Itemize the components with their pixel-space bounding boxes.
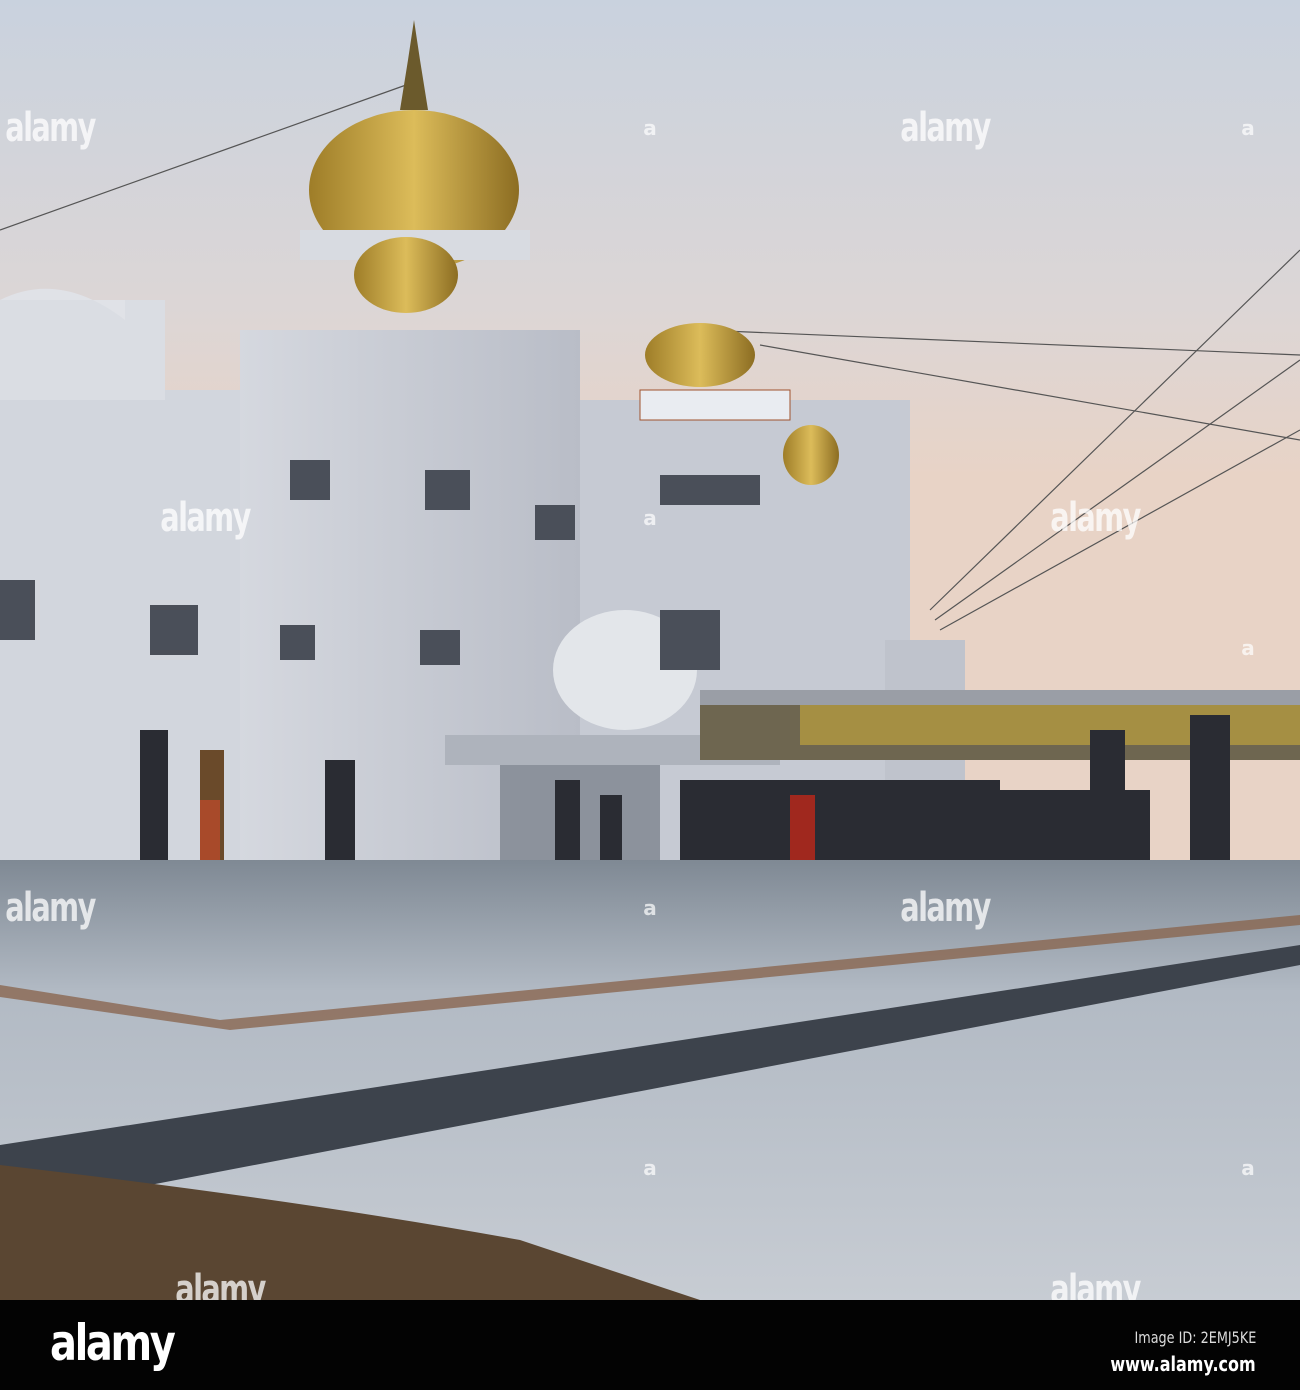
watermark: alamy <box>5 105 96 151</box>
small-golden-dome <box>354 237 458 313</box>
alamy-logo[interactable]: alamy <box>50 1314 176 1372</box>
gurdwara-photo <box>0 0 1300 1300</box>
watermark: alamy <box>1050 495 1141 541</box>
image-id: Image ID: 2EMJ5KE <box>1134 1328 1256 1347</box>
watermark-mark: a <box>1241 636 1255 660</box>
watermark: alamy <box>900 105 991 151</box>
watermark-mark: a <box>643 896 657 920</box>
watermark-mark: a <box>1241 1156 1255 1180</box>
watermark-mark: a <box>1241 116 1255 140</box>
watermark: alamy <box>900 885 991 931</box>
footer-bar: alamy Image ID: 2EMJ5KE www.alamy.com <box>0 1300 1300 1390</box>
watermark-mark: a <box>643 506 657 530</box>
watermark-mark: a <box>643 1156 657 1180</box>
website-link[interactable]: www.alamy.com <box>1111 1352 1256 1376</box>
watermark: alamy <box>160 495 251 541</box>
watermark: alamy <box>5 885 96 931</box>
watermark-mark: a <box>643 116 657 140</box>
